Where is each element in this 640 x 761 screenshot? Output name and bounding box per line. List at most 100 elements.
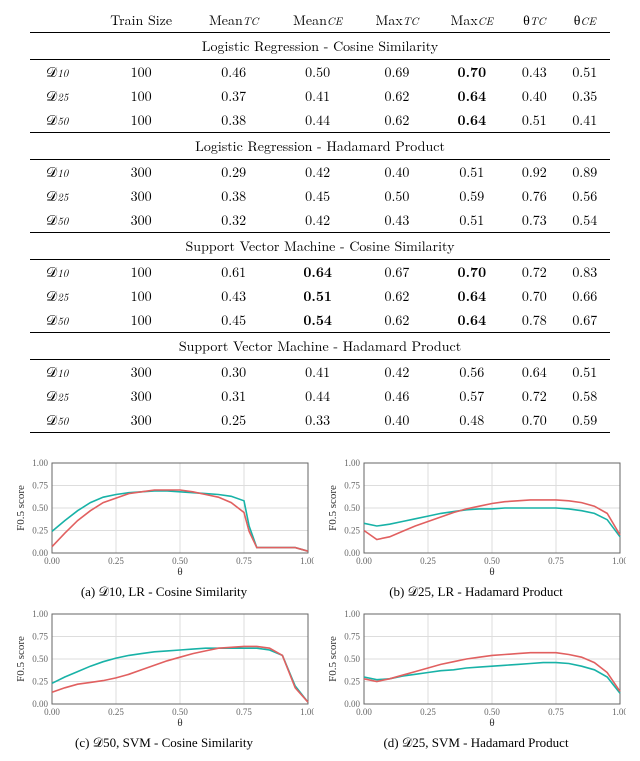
results-table: Train SizeMeanTCMeanCEMaxTCMaxCEθTCθCE L…	[30, 8, 610, 433]
svg-text:0.75: 0.75	[548, 707, 564, 717]
svg-text:0.75: 0.75	[32, 481, 48, 491]
chart-caption: (d) 𝒟25, SVM - Hadamard Product	[326, 733, 626, 751]
cell: 0.62	[359, 84, 434, 108]
cell: 0.45	[192, 308, 276, 333]
cell: 0.64	[435, 84, 510, 108]
svg-text:0.75: 0.75	[548, 556, 564, 566]
row-label: 𝒟50	[30, 408, 91, 433]
cell: 0.35	[560, 84, 610, 108]
cell: 0.64	[509, 360, 559, 385]
cell: 100	[91, 308, 192, 333]
svg-text:0.25: 0.25	[420, 707, 436, 717]
svg-text:0.50: 0.50	[344, 654, 360, 664]
cell: 0.51	[560, 360, 610, 385]
svg-text:0.00: 0.00	[44, 556, 60, 566]
svg-text:0.25: 0.25	[108, 707, 124, 717]
cell: 0.92	[509, 160, 559, 185]
cell: 0.62	[359, 308, 434, 333]
cell: 0.51	[509, 108, 559, 133]
table-row: 𝒟251000.370.410.620.640.400.35	[30, 84, 610, 108]
x-axis-label: θ	[489, 717, 494, 728]
table-row: 𝒟103000.300.410.420.560.640.51	[30, 360, 610, 385]
chart-svg: 0.000.250.500.751.000.000.250.500.751.00…	[14, 608, 314, 728]
y-axis-label: F0.5 score	[327, 485, 339, 531]
cell: 0.59	[560, 408, 610, 433]
col-header-4: MaxTC	[359, 8, 434, 33]
cell: 0.38	[192, 108, 276, 133]
cell: 0.70	[435, 260, 510, 285]
cell: 0.51	[276, 284, 360, 308]
svg-text:0.00: 0.00	[356, 556, 372, 566]
section-title: Logistic Regression - Hadamard Product	[30, 133, 610, 160]
cell: 100	[91, 60, 192, 85]
cell: 0.72	[509, 260, 559, 285]
page-root: Train SizeMeanTCMeanCEMaxTCMaxCEθTCθCE L…	[0, 0, 640, 761]
table-row: 𝒟251000.430.510.620.640.700.66	[30, 284, 610, 308]
chart-caption: (c) 𝒟50, SVM - Cosine Similarity	[14, 733, 314, 751]
svg-text:1.00: 1.00	[612, 707, 626, 717]
cell: 0.70	[509, 408, 559, 433]
svg-text:0.75: 0.75	[344, 632, 360, 642]
table-row: 𝒟503000.250.330.400.480.700.59	[30, 408, 610, 433]
cell: 0.48	[435, 408, 510, 433]
cell: 100	[91, 284, 192, 308]
col-header-7: θCE	[560, 8, 610, 33]
table-row: 𝒟503000.320.420.430.510.730.54	[30, 208, 610, 233]
x-axis-label: θ	[177, 566, 182, 577]
cell: 0.51	[560, 60, 610, 85]
cell: 0.38	[192, 184, 276, 208]
cell: 0.29	[192, 160, 276, 185]
cell: 0.30	[192, 360, 276, 385]
svg-text:0.00: 0.00	[356, 707, 372, 717]
row-label: 𝒟25	[30, 284, 91, 308]
cell: 0.51	[435, 208, 510, 233]
svg-text:1.00: 1.00	[344, 609, 360, 619]
cell: 300	[91, 160, 192, 185]
chart-b: 0.000.250.500.751.000.000.250.500.751.00…	[326, 457, 626, 600]
svg-text:0.75: 0.75	[236, 556, 252, 566]
cell: 0.62	[359, 284, 434, 308]
cell: 0.59	[435, 184, 510, 208]
cell: 0.32	[192, 208, 276, 233]
cell: 0.64	[435, 108, 510, 133]
cell: 0.50	[276, 60, 360, 85]
cell: 0.54	[276, 308, 360, 333]
cell: 0.56	[560, 184, 610, 208]
row-label: 𝒟10	[30, 260, 91, 285]
col-header-1: Train Size	[91, 8, 192, 33]
svg-text:0.75: 0.75	[236, 707, 252, 717]
row-label: 𝒟25	[30, 84, 91, 108]
cell: 0.44	[276, 384, 360, 408]
table-row: 𝒟101000.610.640.670.700.720.83	[30, 260, 610, 285]
cell: 0.43	[509, 60, 559, 85]
cell: 100	[91, 84, 192, 108]
chart-d: 0.000.250.500.751.000.000.250.500.751.00…	[326, 608, 626, 751]
results-table-wrap: Train SizeMeanTCMeanCEMaxTCMaxCEθTCθCE L…	[0, 0, 640, 439]
row-label: 𝒟50	[30, 308, 91, 333]
cell: 0.58	[560, 384, 610, 408]
row-label: 𝒟50	[30, 108, 91, 133]
svg-text:0.75: 0.75	[32, 632, 48, 642]
cell: 300	[91, 408, 192, 433]
cell: 0.69	[359, 60, 434, 85]
svg-text:0.25: 0.25	[32, 677, 48, 687]
cell: 0.76	[509, 184, 559, 208]
cell: 0.56	[435, 360, 510, 385]
row-label: 𝒟50	[30, 208, 91, 233]
chart-caption: (a) 𝒟10, LR - Cosine Similarity	[14, 582, 314, 600]
table-row: 𝒟103000.290.420.400.510.920.89	[30, 160, 610, 185]
svg-text:0.25: 0.25	[420, 556, 436, 566]
cell: 0.67	[359, 260, 434, 285]
cell: 0.66	[560, 284, 610, 308]
svg-text:0.50: 0.50	[32, 654, 48, 664]
cell: 0.64	[276, 260, 360, 285]
cell: 0.41	[276, 360, 360, 385]
cell: 0.43	[192, 284, 276, 308]
svg-text:0.00: 0.00	[44, 707, 60, 717]
table-row: 𝒟501000.380.440.620.640.510.41	[30, 108, 610, 133]
cell: 0.42	[359, 360, 434, 385]
svg-text:0.50: 0.50	[32, 503, 48, 513]
x-axis-label: θ	[177, 717, 182, 728]
cell: 0.78	[509, 308, 559, 333]
col-header-0	[30, 8, 91, 33]
